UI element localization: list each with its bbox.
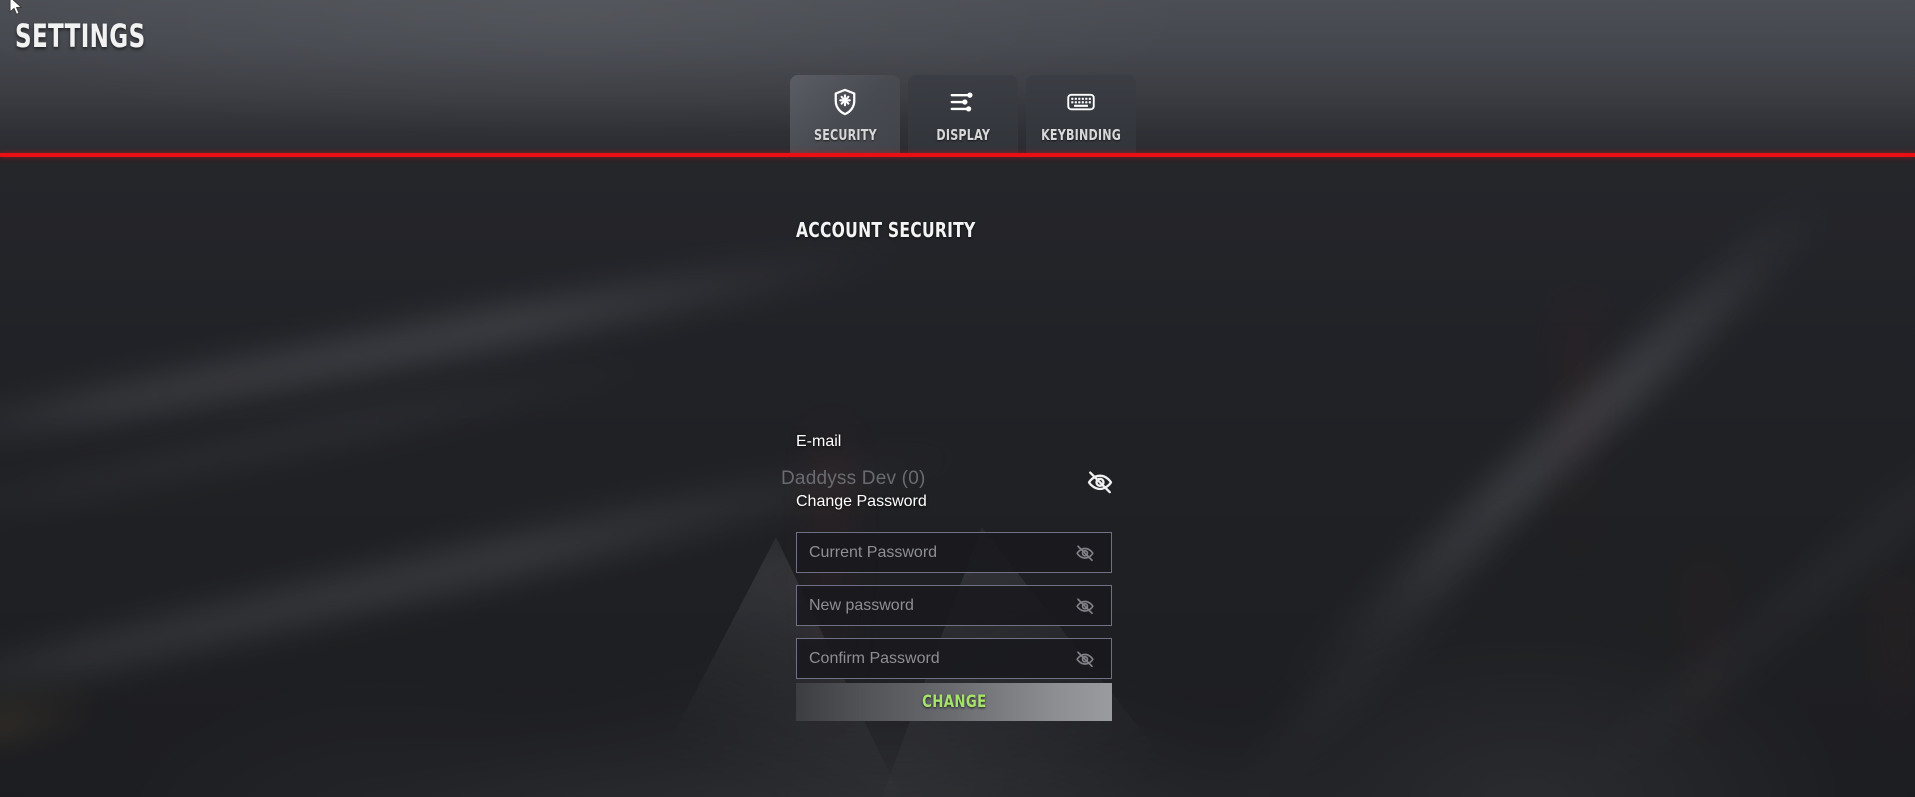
confirm-password-row[interactable] xyxy=(796,638,1112,679)
change-password-submit-button[interactable]: CHANGE xyxy=(796,683,1112,721)
section-title: ACCOUNT SECURITY xyxy=(796,218,976,242)
email-value: Daddyss Dev (0) xyxy=(781,468,926,489)
current-password-eye-off-icon[interactable] xyxy=(1075,543,1095,563)
tab-security-label: SECURITY xyxy=(813,125,877,144)
current-password-row[interactable] xyxy=(796,532,1112,573)
settings-screen: SETTINGS SECURITY DISPLAY KEYBINDING ACC… xyxy=(0,0,1915,797)
confirm-password-eye-off-icon[interactable] xyxy=(1075,649,1095,669)
tab-keybinding-label: KEYBINDING xyxy=(1040,125,1122,144)
new-password-input[interactable] xyxy=(809,586,1075,625)
change-password-submit-label: CHANGE xyxy=(921,692,987,712)
tab-keybinding[interactable]: KEYBINDING xyxy=(1026,75,1136,155)
header-bar: SETTINGS SECURITY DISPLAY KEYBINDING xyxy=(0,0,1915,155)
page-title: SETTINGS xyxy=(15,17,146,55)
settings-tabs: SECURITY DISPLAY KEYBINDING xyxy=(790,75,1136,155)
mouse-pointer-icon xyxy=(8,0,24,18)
email-reveal-eye-off-icon[interactable] xyxy=(1086,468,1114,496)
tab-security[interactable]: SECURITY xyxy=(790,75,900,155)
sliders-icon xyxy=(948,87,978,117)
tab-display[interactable]: DISPLAY xyxy=(908,75,1018,155)
current-password-input[interactable] xyxy=(809,533,1075,572)
tab-display-label: DISPLAY xyxy=(936,125,990,144)
new-password-row[interactable] xyxy=(796,585,1112,626)
keyboard-icon xyxy=(1066,87,1096,117)
email-label: E-mail xyxy=(796,433,842,450)
settings-content: ACCOUNT SECURITY E-mail Daddyss Dev (0) … xyxy=(0,155,1915,797)
confirm-password-input[interactable] xyxy=(809,639,1075,678)
change-password-label: Change Password xyxy=(796,493,927,510)
shield-gear-icon xyxy=(830,87,860,117)
new-password-eye-off-icon[interactable] xyxy=(1075,596,1095,616)
